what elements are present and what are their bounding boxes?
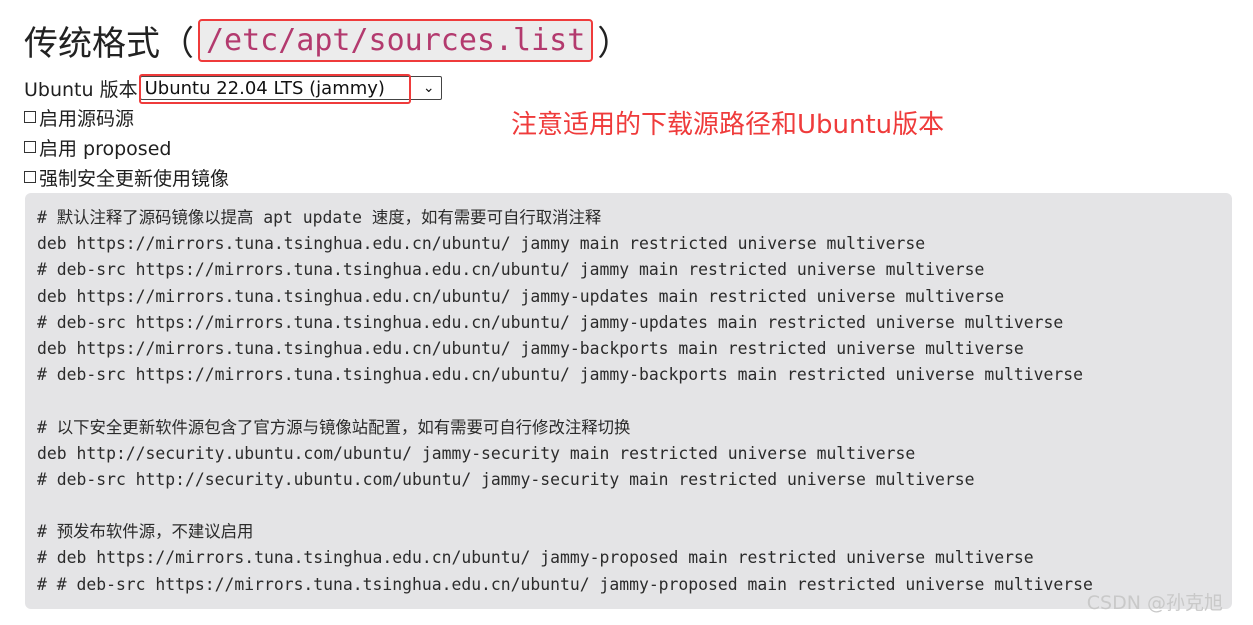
code-line: # deb-src https://mirrors.tuna.tsinghua.… (37, 312, 1064, 332)
enable-proposed-option[interactable]: 启用 proposed (24, 134, 171, 160)
page-title: 传统格式（ /etc/apt/sources.list ） (24, 14, 631, 66)
code-line: deb https://mirrors.tuna.tsinghua.edu.cn… (37, 338, 1024, 358)
version-selected-value: Ubuntu 22.04 LTS (jammy) (144, 77, 385, 99)
force-security-mirror-checkbox[interactable] (24, 171, 36, 183)
version-row: Ubuntu 版本 Ubuntu 22.04 LTS (jammy) ⌄ (24, 74, 442, 104)
code-line: deb https://mirrors.tuna.tsinghua.edu.cn… (37, 286, 1005, 306)
ubuntu-version-select[interactable]: Ubuntu 22.04 LTS (jammy) ⌄ (138, 74, 442, 104)
code-line: deb https://mirrors.tuna.tsinghua.edu.cn… (37, 234, 926, 254)
enable-source-option[interactable]: 启用源码源 (24, 104, 134, 130)
code-line: # # deb-src https://mirrors.tuna.tsinghu… (37, 574, 1093, 594)
title-suffix: ） (597, 23, 632, 64)
enable-proposed-checkbox[interactable] (24, 141, 36, 153)
csdn-watermark: CSDN @孙克旭 (1086, 592, 1223, 614)
force-security-mirror-label: 强制安全更新使用镜像 (39, 167, 230, 190)
code-line: # deb https://mirrors.tuna.tsinghua.edu.… (37, 548, 1034, 568)
sources-list-path: /etc/apt/sources.list (198, 18, 594, 62)
title-prefix: 传统格式（ (24, 23, 194, 64)
code-line: deb http://security.ubuntu.com/ubuntu/ j… (37, 443, 916, 463)
enable-source-checkbox[interactable] (24, 111, 36, 123)
force-security-mirror-option[interactable]: 强制安全更新使用镜像 (24, 164, 229, 190)
annotation-note: 注意适用的下载源路径和Ubuntu版本 (511, 110, 945, 140)
sources-code-block[interactable]: # 默认注释了源码镜像以提高 apt update 速度，如有需要可自行取消注释… (25, 193, 1232, 609)
code-line: # deb-src https://mirrors.tuna.tsinghua.… (37, 260, 985, 280)
chevron-down-icon: ⌄ (422, 80, 435, 96)
code-line: # deb-src http://security.ubuntu.com/ubu… (37, 469, 975, 489)
code-line: # 预发布软件源，不建议启用 (37, 522, 254, 542)
version-label: Ubuntu 版本 (24, 78, 138, 101)
enable-proposed-label: 启用 proposed (39, 137, 172, 160)
enable-source-label: 启用源码源 (39, 107, 135, 130)
code-line: # deb-src https://mirrors.tuna.tsinghua.… (37, 365, 1084, 385)
code-line: # 默认注释了源码镜像以提高 apt update 速度，如有需要可自行取消注释 (37, 208, 602, 227)
code-line: # 以下安全更新软件源包含了官方源与镜像站配置，如有需要可自行修改注释切换 (37, 417, 631, 437)
